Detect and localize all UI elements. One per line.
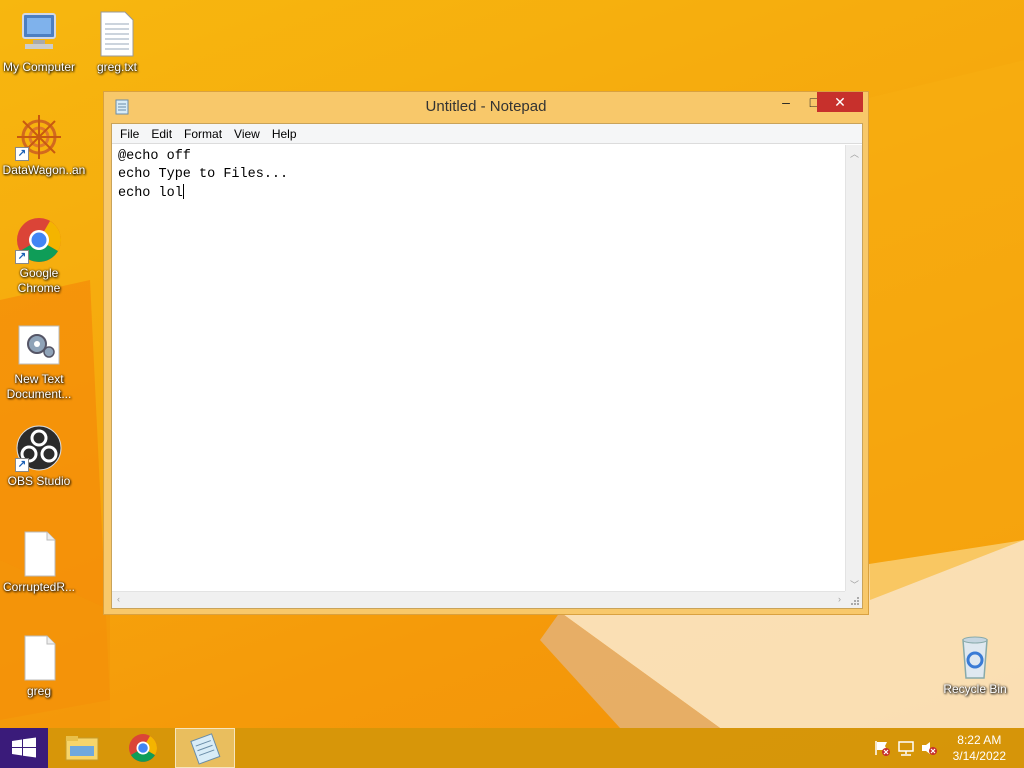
shortcut-arrow-icon: ↗ bbox=[15, 458, 29, 472]
scroll-down-icon[interactable]: ﹀ bbox=[850, 578, 859, 591]
size-grip-icon[interactable] bbox=[845, 591, 862, 608]
desktop-icon-label: New Text Document... bbox=[6, 372, 72, 401]
menu-bar: File Edit Format View Help bbox=[112, 124, 862, 144]
computer-icon bbox=[15, 10, 63, 58]
desktop-icon-label: Recycle Bin bbox=[943, 682, 1007, 696]
system-clock[interactable]: 8:22 AM 3/14/2022 bbox=[953, 732, 1006, 764]
title-bar[interactable]: Untitled - Notepad – □ ✕ bbox=[104, 92, 868, 122]
scroll-left-icon[interactable]: ‹ bbox=[117, 594, 120, 604]
editor-line: @echo off bbox=[118, 149, 191, 164]
window-title: Untitled - Notepad bbox=[425, 98, 547, 115]
desktop-icon-label: Google Chrome bbox=[17, 266, 61, 295]
text-editor[interactable]: @echo off echo Type to Files... echo lol bbox=[112, 145, 846, 595]
scroll-up-icon[interactable]: ︿ bbox=[850, 147, 859, 160]
desktop-icon-label: CorruptedR... bbox=[2, 580, 76, 594]
menu-format[interactable]: Format bbox=[178, 127, 228, 141]
blank-file-icon bbox=[15, 634, 63, 682]
chrome-icon: ↗ bbox=[15, 216, 63, 264]
blank-file-icon bbox=[15, 530, 63, 578]
taskbar: 8:22 AM 3/14/2022 bbox=[0, 728, 1024, 768]
minimize-button[interactable]: – bbox=[772, 92, 800, 112]
desktop-icon-label: OBS Studio bbox=[7, 474, 71, 488]
menu-view[interactable]: View bbox=[228, 127, 266, 141]
desktop-icon-recycle-bin[interactable]: Recycle Bin bbox=[936, 632, 1014, 697]
obs-icon: ↗ bbox=[15, 424, 63, 472]
notepad-client: File Edit Format View Help @echo off echo… bbox=[111, 123, 863, 609]
desktop-icon-new-text-document[interactable]: New Text Document... bbox=[0, 322, 78, 402]
desktop-icon-label: an bbox=[72, 163, 86, 177]
start-button[interactable] bbox=[0, 728, 48, 768]
desktop-icon-an[interactable]: an bbox=[72, 163, 102, 178]
windows-logo-icon bbox=[12, 737, 36, 758]
notepad-icon bbox=[190, 733, 221, 765]
clock-date: 3/14/2022 bbox=[952, 749, 1006, 763]
menu-edit[interactable]: Edit bbox=[145, 127, 178, 141]
datawagon-icon: ↗ bbox=[15, 113, 63, 161]
desktop-icon-my-computer[interactable]: My Computer bbox=[0, 10, 78, 75]
editor-line: echo lol bbox=[118, 184, 840, 203]
desktop-icon-label: My Computer bbox=[2, 60, 76, 74]
desktop-icon-label: greg.txt bbox=[96, 60, 138, 74]
desktop-icon-label: greg bbox=[26, 684, 52, 698]
desktop-icon-datawagon[interactable]: ↗ DataWagon... bbox=[0, 113, 78, 178]
horizontal-scrollbar[interactable]: ‹ › bbox=[112, 591, 846, 608]
desktop-icon-label: DataWagon... bbox=[2, 163, 76, 177]
chrome-icon bbox=[129, 734, 157, 762]
close-button[interactable]: ✕ bbox=[817, 92, 863, 112]
taskbar-notepad[interactable] bbox=[175, 728, 235, 768]
menu-help[interactable]: Help bbox=[266, 127, 303, 141]
desktop-icon-google-chrome[interactable]: ↗ Google Chrome bbox=[0, 216, 78, 296]
notepad-window[interactable]: Untitled - Notepad – □ ✕ File Edit Forma… bbox=[103, 91, 869, 615]
scroll-right-icon[interactable]: › bbox=[838, 594, 841, 604]
network-icon[interactable] bbox=[897, 740, 915, 756]
taskbar-file-explorer[interactable] bbox=[52, 728, 112, 768]
vertical-scrollbar[interactable]: ︿ ﹀ bbox=[845, 145, 862, 593]
desktop-icon-obs-studio[interactable]: ↗ OBS Studio bbox=[0, 424, 78, 489]
desktop-icon-greg-txt[interactable]: greg.txt bbox=[78, 10, 156, 75]
recycle-bin-icon bbox=[951, 632, 999, 680]
folder-icon bbox=[65, 736, 99, 761]
shortcut-arrow-icon: ↗ bbox=[15, 147, 29, 161]
desktop-icon-greg[interactable]: greg bbox=[0, 634, 78, 699]
settings-document-icon bbox=[15, 322, 63, 370]
desktop-icon-corrupted[interactable]: CorruptedR... bbox=[0, 530, 78, 595]
menu-file[interactable]: File bbox=[114, 127, 145, 141]
text-caret bbox=[182, 184, 184, 199]
editor-line: echo Type to Files... bbox=[118, 167, 289, 182]
volume-muted-icon[interactable] bbox=[920, 740, 938, 756]
taskbar-google-chrome[interactable] bbox=[113, 728, 173, 768]
clock-time: 8:22 AM bbox=[957, 733, 1002, 747]
shortcut-arrow-icon: ↗ bbox=[15, 250, 29, 264]
action-center-flag-icon[interactable] bbox=[873, 740, 891, 756]
editor-line-text: echo lol bbox=[118, 186, 183, 201]
text-file-icon bbox=[93, 10, 141, 58]
